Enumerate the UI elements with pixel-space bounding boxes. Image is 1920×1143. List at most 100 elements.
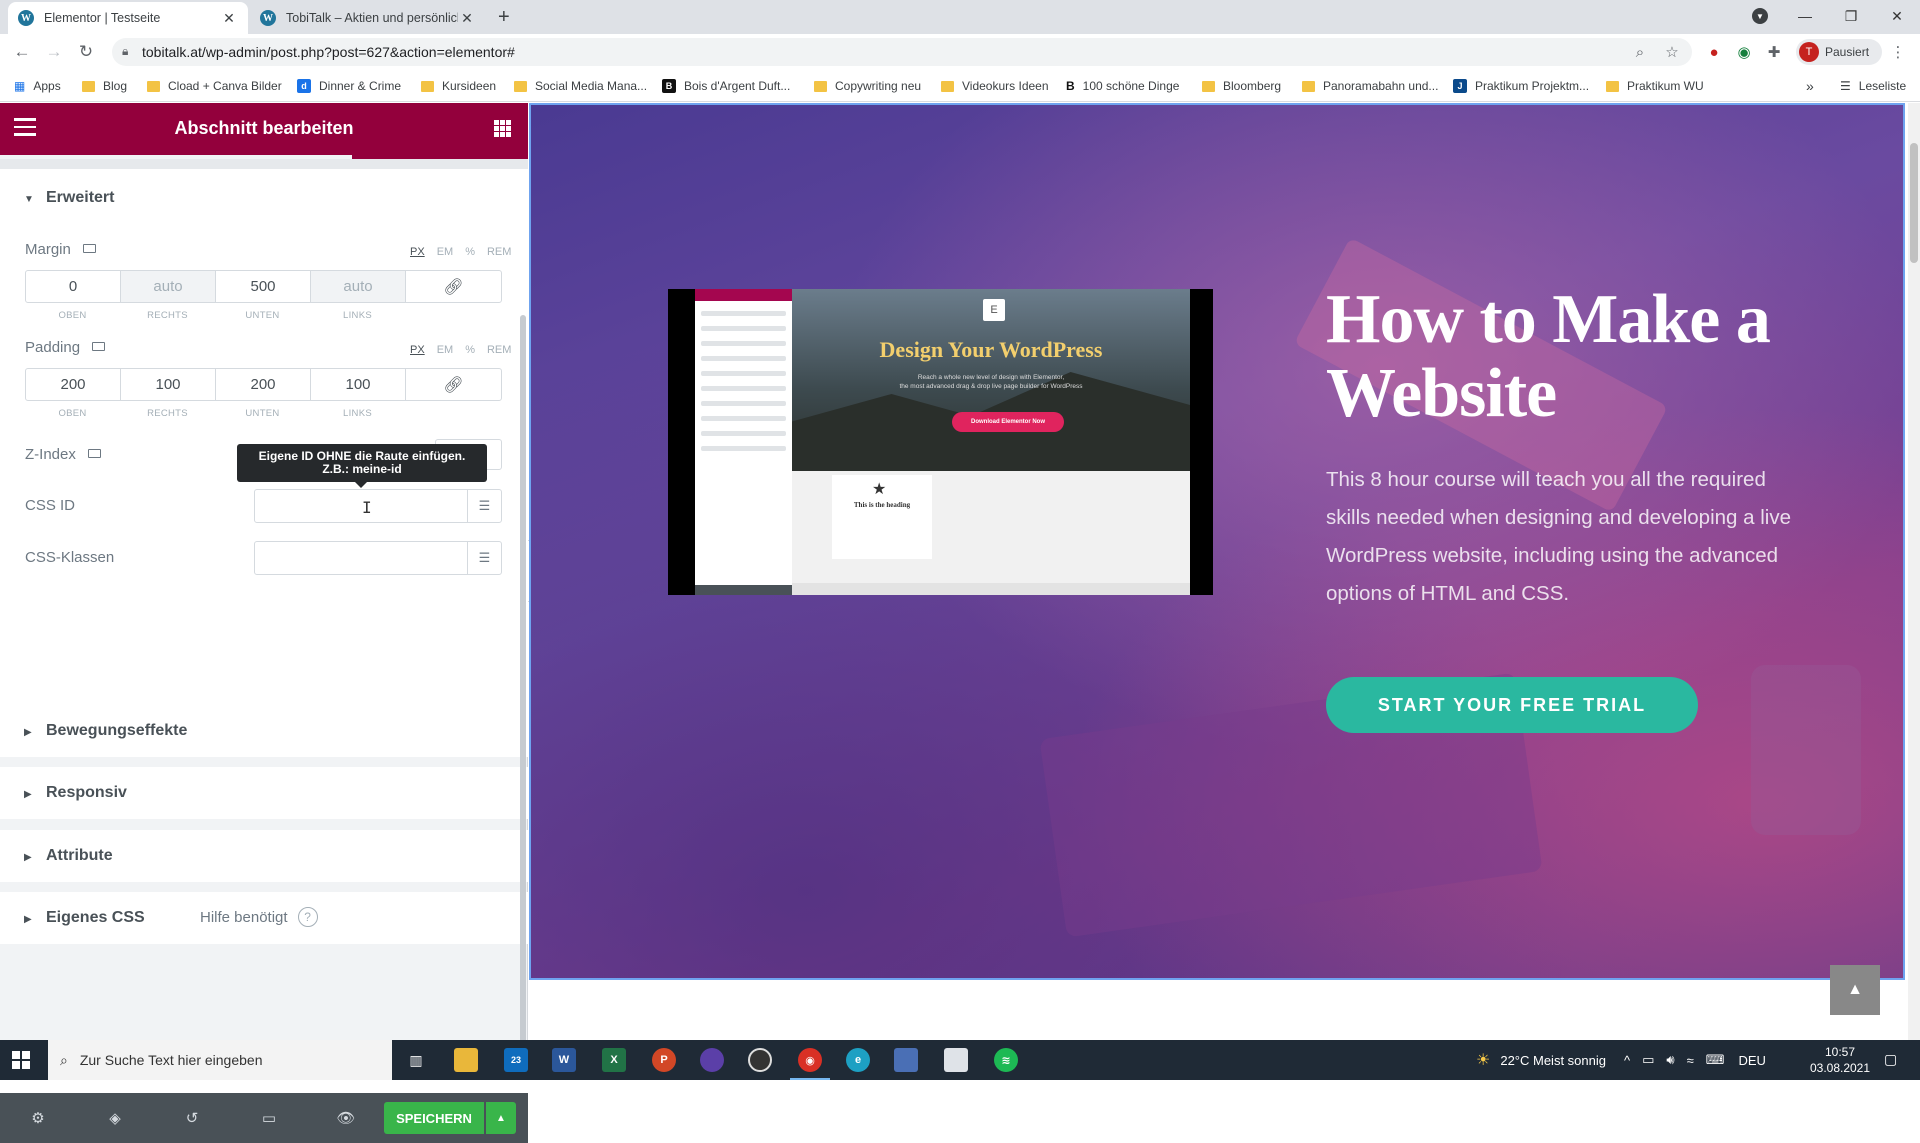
reading-list-button[interactable]: ☰ Leseliste [1840,78,1906,94]
close-window-icon[interactable]: ✕ [1874,0,1920,32]
bookmark-bloomberg[interactable]: Bloomberg [1202,78,1281,94]
tab-elementor[interactable]: W Elementor | Testseite ✕ [8,2,248,34]
bookmark-bois-dargent[interactable]: B Bois d'Argent Duft... [662,78,790,94]
responsive-desktop-icon[interactable] [82,244,96,253]
unit-em[interactable]: EM [437,246,454,258]
file-explorer-icon[interactable] [454,1048,478,1072]
unit-rem[interactable]: REM [487,344,511,356]
margin-top-input[interactable]: 0 [26,271,121,302]
settings-gear-icon[interactable]: ⚙ [28,1108,48,1128]
profile-button[interactable]: T Pausiert [1796,39,1882,65]
section-motion-effects[interactable]: ▶ Bewegungseffekte [0,705,528,757]
bookmark-videokurs[interactable]: Videokurs Ideen [941,78,1049,94]
app-icon[interactable] [944,1048,968,1072]
edge-icon[interactable]: e [846,1048,870,1072]
weather-text[interactable]: 22°C Meist sonnig [1500,1053,1606,1068]
url-bar[interactable]: 🔒︎ tobitalk.at/wp-admin/post.php?post=62… [112,38,1692,66]
clock[interactable]: 10:57 03.08.2021 [1808,1044,1872,1076]
responsive-mode-icon[interactable]: ▭ [259,1108,279,1128]
extensions-puzzle-icon[interactable]: ✚ [1764,42,1784,62]
extension-grammarly-icon[interactable]: ◉ [1734,42,1754,62]
close-tab-icon[interactable]: ✕ [458,10,476,27]
section-advanced-toggle[interactable]: ▼ Erweitert [24,189,114,207]
history-icon[interactable]: ↺ [182,1108,202,1128]
word-icon[interactable]: W [552,1048,576,1072]
extension-adblock-icon[interactable]: ● [1704,42,1724,62]
tab-tobitalk[interactable]: W TobiTalk – Aktien und persönliche… ✕ [250,2,486,34]
unit-px[interactable]: PX [410,344,425,356]
forward-icon[interactable]: → [42,40,66,64]
responsive-desktop-icon[interactable] [87,449,101,458]
margin-right-input[interactable]: auto [121,271,216,302]
spotify-icon[interactable]: ≋ [994,1048,1018,1072]
section-responsive[interactable]: ▶ Responsiv [0,767,528,819]
mail-icon[interactable]: 23 [504,1048,528,1072]
network-icon[interactable]: ▭ [1642,1052,1654,1068]
bookmark-praktikum-wu[interactable]: Praktikum WU [1606,78,1704,94]
responsive-desktop-icon[interactable] [92,342,106,351]
bookmark-canva[interactable]: Cload + Canva Bilder [147,78,282,94]
navigator-layers-icon[interactable]: ◈ [105,1108,125,1128]
panel-scrollbar[interactable] [520,315,526,1075]
unit-px[interactable]: PX [410,246,425,258]
margin-left-input[interactable]: auto [311,271,406,302]
save-options-caret-icon[interactable]: ▲ [486,1102,516,1134]
preview-scrollbar[interactable] [1908,103,1920,1040]
language-indicator[interactable]: DEU [1739,1053,1766,1068]
unit-percent[interactable]: % [465,246,475,258]
bookmark-apps[interactable]: ▦ Apps [14,78,61,94]
windows-start-icon[interactable] [12,1051,30,1069]
css-classes-input[interactable]: ☰ [254,541,502,575]
bookmark-panoramabahn[interactable]: Panoramabahn und... [1302,78,1438,94]
dynamic-tags-icon[interactable]: ☰ [467,542,501,574]
minimize-icon[interactable]: — [1782,0,1828,32]
padding-right-input[interactable]: 100 [121,369,216,400]
unit-rem[interactable]: REM [487,246,511,258]
bookmark-dinner-crime[interactable]: d Dinner & Crime [297,78,401,94]
bookmark-copywriting[interactable]: Copywriting neu [814,78,921,94]
css-id-input[interactable]: ☰ [254,489,502,523]
more-bookmarks-icon[interactable]: » [1806,78,1814,94]
browser-menu-icon[interactable]: ⋮ [1888,42,1908,62]
hero-section[interactable]: E Design Your WordPress Reach a whole ne… [529,103,1905,980]
keyboard-icon[interactable]: ⌨ [1706,1052,1725,1068]
tab-search-icon[interactable]: ▼ [1752,8,1768,24]
start-trial-button[interactable]: START YOUR FREE TRIAL [1326,677,1698,733]
obs-icon[interactable] [748,1048,772,1072]
reload-icon[interactable]: ↻ [74,40,98,64]
volume-icon[interactable]: 🔊︎ [1666,1052,1674,1068]
padding-left-input[interactable]: 100 [311,369,406,400]
promo-video[interactable]: E Design Your WordPress Reach a whole ne… [668,289,1213,595]
powerpoint-icon[interactable]: P [652,1048,676,1072]
scroll-to-top-icon[interactable]: ▲ [1830,965,1880,1015]
new-tab-button[interactable]: + [498,6,510,29]
unit-em[interactable]: EM [437,344,454,356]
bookmark-social-media[interactable]: Social Media Mana... [514,78,647,94]
excel-icon[interactable]: X [602,1048,626,1072]
task-view-icon[interactable]: ▥ [404,1048,428,1072]
save-button[interactable]: SPEICHERN [384,1102,484,1134]
dynamic-tags-icon[interactable]: ☰ [467,490,501,522]
section-attributes[interactable]: ▶ Attribute [0,830,528,882]
padding-bottom-input[interactable]: 200 [216,369,311,400]
widgets-grid-icon[interactable] [494,120,511,137]
wifi-icon[interactable]: ≈ [1687,1053,1694,1068]
unit-percent[interactable]: % [465,344,475,356]
padding-top-input[interactable]: 200 [26,369,121,400]
restore-icon[interactable]: ❐ [1828,0,1874,32]
margin-bottom-input[interactable]: 500 [216,271,311,302]
preview-eye-icon[interactable]: 👁︎ [336,1108,356,1128]
tray-chevron-icon[interactable]: ^ [1624,1053,1630,1068]
app-icon[interactable] [700,1048,724,1072]
back-icon[interactable]: ← [10,40,34,64]
bookmark-praktikum-projekt[interactable]: J Praktikum Projektm... [1453,78,1589,94]
bookmark-kursideen[interactable]: Kursideen [421,78,496,94]
bookmark-100-dinge[interactable]: B 100 schöne Dinge [1066,78,1179,94]
bookmark-star-icon[interactable]: ☆ [1662,42,1682,62]
app-icon[interactable] [894,1048,918,1072]
link-values-icon[interactable]: 🔗︎ [406,369,501,400]
notifications-icon[interactable]: ▢ [1884,1051,1897,1068]
taskbar-search[interactable]: ⌕ Zur Suche Text hier eingeben [48,1040,392,1080]
help-link[interactable]: Hilfe benötigt? [200,907,318,927]
bookmark-blog[interactable]: Blog [82,78,127,94]
